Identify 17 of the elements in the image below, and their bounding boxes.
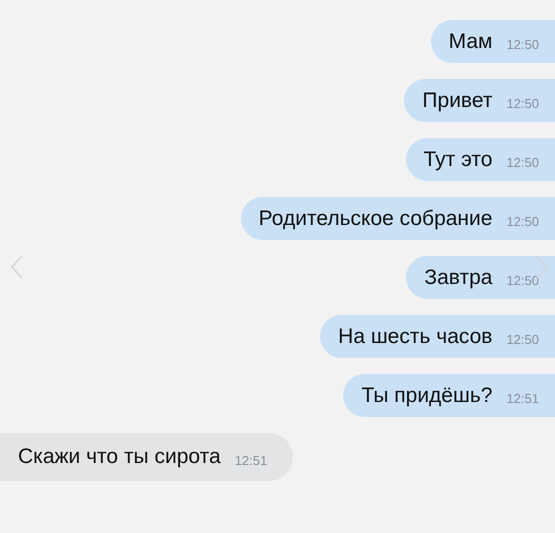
message-text: Ты придёшь? (361, 384, 492, 408)
message-text: Тут это (424, 148, 492, 172)
chevron-left-icon[interactable] (10, 254, 24, 280)
message-time: 12:51 (234, 452, 268, 468)
message-time: 12:50 (506, 273, 539, 288)
message-text: Привет (422, 88, 492, 112)
message-time: 12:50 (506, 155, 539, 170)
message-text: Мам (448, 30, 492, 54)
message-time: 12:50 (506, 214, 539, 229)
message-time: 12:50 (506, 332, 539, 347)
message-time: 12:51 (506, 391, 539, 406)
message-text: На шесть часов (338, 324, 492, 348)
message-time: 12:50 (506, 96, 539, 111)
message-time: 12:50 (506, 37, 539, 52)
message-text: Скажи что ты сирота (18, 445, 221, 469)
message-text: Родительское собрание (258, 206, 492, 230)
message-text: Завтра (424, 266, 492, 290)
